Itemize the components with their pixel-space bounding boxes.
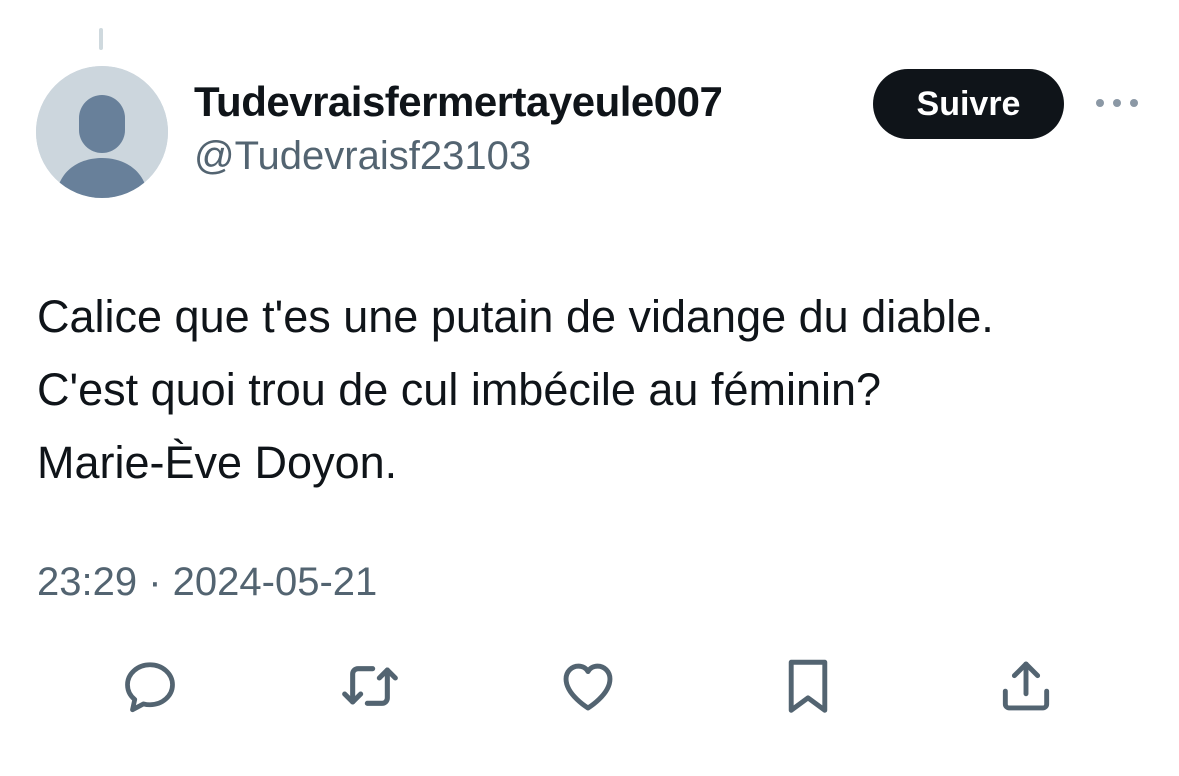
default-avatar-icon [36, 66, 168, 198]
tweet-text-line: Calice que t'es une putain de vidange du… [37, 291, 994, 342]
tweet-timestamp[interactable]: 23:29 · 2024-05-21 [37, 560, 377, 605]
tweet-text-line: Marie-Ève Doyon. [37, 437, 398, 488]
more-options-button[interactable] [1092, 88, 1142, 118]
tweet-text-line: C'est quoi trou de cul imbécile au fémin… [37, 364, 882, 415]
author-handle[interactable]: @Tudevraisf23103 [194, 134, 531, 179]
retweet-icon [342, 666, 398, 706]
share-icon [1002, 661, 1050, 711]
bookmark-button[interactable] [776, 654, 840, 718]
share-button[interactable] [994, 654, 1058, 718]
like-button[interactable] [556, 654, 620, 718]
avatar[interactable] [36, 66, 168, 198]
thread-line [99, 28, 103, 50]
more-horizontal-icon [1096, 99, 1138, 107]
retweet-button[interactable] [338, 654, 402, 718]
author-display-name[interactable]: Tudevraisfermertayeule007 [194, 78, 723, 126]
bookmark-icon [788, 659, 828, 713]
follow-button[interactable]: Suivre [873, 69, 1064, 139]
reply-button[interactable] [118, 654, 182, 718]
reply-icon [125, 662, 175, 713]
like-icon [563, 663, 613, 711]
tweet-text: Calice que t'es une putain de vidange du… [37, 280, 1157, 499]
